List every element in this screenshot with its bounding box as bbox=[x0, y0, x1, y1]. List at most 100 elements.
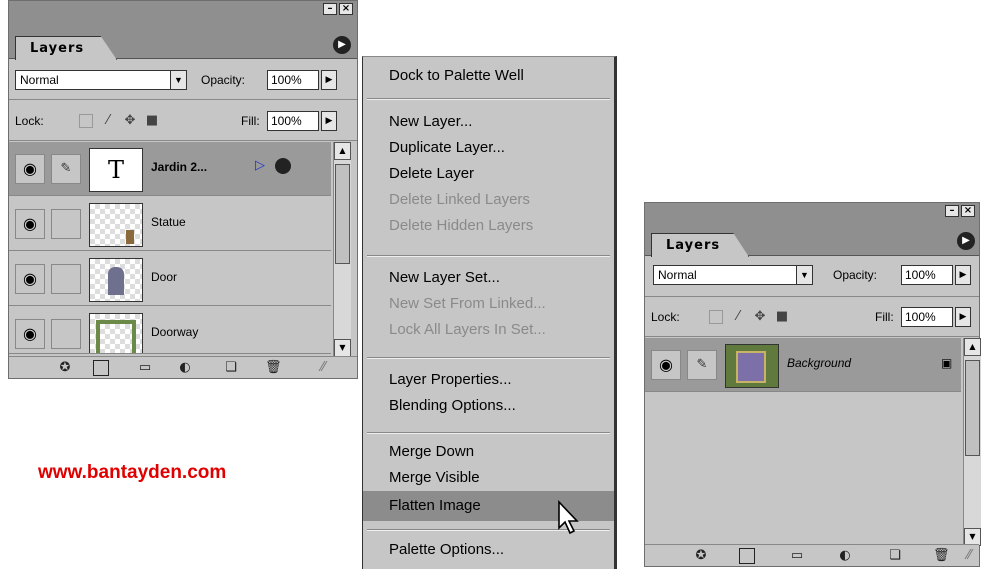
new-layer-icon[interactable]: ❏ bbox=[887, 548, 903, 564]
layer-name[interactable]: Background bbox=[787, 356, 851, 370]
blend-mode-select[interactable]: Normal ▼ bbox=[653, 265, 813, 285]
tab-bar: Layers ▶ bbox=[9, 18, 357, 60]
menu-item-new-layer[interactable]: New Layer... bbox=[389, 113, 472, 130]
palette-menu: Dock to Palette Well New Layer... Duplic… bbox=[362, 56, 617, 569]
layers-palette-left: – × Layers ▶ Normal ▼ Opacity: 100% ▶ Lo… bbox=[8, 0, 358, 379]
layer-row[interactable]: ◉ ✎ T Jardin 2... ▷ bbox=[9, 142, 331, 196]
tab-layers[interactable]: Layers bbox=[15, 36, 117, 60]
watermark-text: www.bantayden.com bbox=[38, 462, 227, 483]
menu-item-flatten-image[interactable]: Flatten Image bbox=[389, 497, 481, 514]
new-layer-icon[interactable]: ❏ bbox=[223, 360, 239, 376]
opacity-slider-button[interactable]: ▶ bbox=[955, 265, 971, 285]
lock-paint-icon[interactable]: ⁄ bbox=[731, 310, 745, 324]
menu-separator bbox=[367, 432, 610, 434]
palette-menu-icon[interactable]: ▶ bbox=[957, 232, 975, 250]
menu-item-layer-properties[interactable]: Layer Properties... bbox=[389, 371, 512, 388]
lock-all-icon[interactable]: ■ bbox=[775, 310, 789, 324]
fill-label: Fill: bbox=[241, 114, 260, 128]
lock-all-icon[interactable]: ■ bbox=[145, 114, 159, 128]
palette-titlebar[interactable]: – × bbox=[9, 1, 357, 18]
menu-item-merge-visible[interactable]: Merge Visible bbox=[389, 469, 480, 486]
lock-position-icon[interactable]: ✥ bbox=[123, 114, 137, 128]
fill-slider-button[interactable]: ▶ bbox=[955, 307, 971, 327]
layer-row[interactable]: ◉ Doorway bbox=[9, 307, 331, 354]
add-mask-icon[interactable] bbox=[739, 548, 755, 564]
chevron-down-icon[interactable]: ▼ bbox=[170, 71, 186, 89]
eye-icon[interactable]: ◉ bbox=[15, 154, 45, 184]
eye-icon[interactable]: ◉ bbox=[15, 264, 45, 294]
opacity-input[interactable]: 100% bbox=[267, 70, 319, 90]
layer-row[interactable]: ◉ Door bbox=[9, 252, 331, 306]
layer-scrollbar[interactable]: ▲ ▼ bbox=[333, 142, 351, 357]
resize-grip-icon[interactable]: ⁄⁄ bbox=[961, 548, 977, 564]
close-button[interactable]: × bbox=[339, 3, 353, 15]
menu-item-merge-down[interactable]: Merge Down bbox=[389, 443, 474, 460]
lock-paint-icon[interactable]: ⁄ bbox=[101, 114, 115, 128]
triangle-icon[interactable]: ▷ bbox=[255, 158, 265, 173]
fill-slider-button[interactable]: ▶ bbox=[321, 111, 337, 131]
scroll-thumb[interactable] bbox=[335, 164, 350, 264]
menu-item-new-set-from-linked: New Set From Linked... bbox=[389, 295, 546, 312]
menu-item-palette-options[interactable]: Palette Options... bbox=[389, 541, 504, 558]
adjustment-layer-icon[interactable]: ◐ bbox=[177, 360, 193, 376]
scroll-up-button[interactable]: ▲ bbox=[334, 142, 351, 160]
new-set-icon[interactable]: ▭ bbox=[789, 548, 805, 564]
layer-style-icon[interactable]: ✪ bbox=[57, 360, 73, 376]
layer-style-icon[interactable]: ✪ bbox=[693, 548, 709, 564]
mouse-cursor-icon bbox=[558, 500, 579, 535]
scroll-up-button[interactable]: ▲ bbox=[964, 338, 981, 356]
scroll-down-button[interactable]: ▼ bbox=[334, 339, 351, 357]
menu-item-dock[interactable]: Dock to Palette Well bbox=[389, 67, 524, 84]
new-set-icon[interactable]: ▭ bbox=[137, 360, 153, 376]
link-slot[interactable] bbox=[51, 319, 81, 349]
opacity-input[interactable]: 100% bbox=[901, 265, 953, 285]
layer-name[interactable]: Jardin 2... bbox=[151, 160, 207, 174]
chevron-down-icon[interactable]: ▼ bbox=[796, 266, 812, 284]
menu-item-new-layer-set[interactable]: New Layer Set... bbox=[389, 269, 500, 286]
link-slot[interactable] bbox=[51, 264, 81, 294]
resize-grip-icon[interactable]: ⁄⁄ bbox=[315, 360, 331, 376]
minimize-button[interactable]: – bbox=[945, 205, 959, 217]
menu-item-blending-options[interactable]: Blending Options... bbox=[389, 397, 516, 414]
trash-icon[interactable]: 🗑 bbox=[265, 360, 282, 376]
layer-name[interactable]: Statue bbox=[151, 215, 186, 229]
minimize-button[interactable]: – bbox=[323, 3, 337, 15]
scroll-thumb[interactable] bbox=[965, 360, 980, 456]
blend-row: Normal ▼ Opacity: 100% ▶ bbox=[9, 60, 357, 100]
opacity-label: Opacity: bbox=[201, 73, 246, 87]
opacity-slider-button[interactable]: ▶ bbox=[321, 70, 337, 90]
lock-transparency-icon[interactable] bbox=[709, 310, 723, 324]
layer-thumbnail bbox=[89, 258, 143, 302]
menu-item-duplicate-layer[interactable]: Duplicate Layer... bbox=[389, 139, 505, 156]
palette-titlebar[interactable]: – × bbox=[645, 203, 979, 220]
add-mask-icon[interactable] bbox=[93, 360, 109, 376]
trash-icon[interactable]: 🗑 bbox=[933, 548, 950, 564]
layer-name[interactable]: Door bbox=[151, 270, 177, 284]
blend-mode-value: Normal bbox=[658, 268, 697, 282]
fill-input[interactable]: 100% bbox=[901, 307, 953, 327]
lock-icon: ▣ bbox=[941, 356, 953, 370]
layer-scrollbar[interactable]: ▲ ▼ bbox=[963, 338, 981, 546]
eye-icon[interactable]: ◉ bbox=[651, 350, 681, 380]
lock-transparency-icon[interactable] bbox=[79, 114, 93, 128]
lock-position-icon[interactable]: ✥ bbox=[753, 310, 767, 324]
layers-palette-right: – × Layers ▶ Normal ▼ Opacity: 100% ▶ Lo… bbox=[644, 202, 981, 567]
adjustment-layer-icon[interactable]: ◐ bbox=[837, 548, 853, 564]
eye-icon[interactable]: ◉ bbox=[15, 319, 45, 349]
layer-name[interactable]: Doorway bbox=[151, 325, 198, 339]
link-slot[interactable] bbox=[51, 209, 81, 239]
eye-icon[interactable]: ◉ bbox=[15, 209, 45, 239]
close-button[interactable]: × bbox=[961, 205, 975, 217]
palette-menu-icon[interactable]: ▶ bbox=[333, 36, 351, 54]
tab-layers[interactable]: Layers bbox=[651, 233, 749, 257]
layer-row[interactable]: ◉ ✎ Background ▣ bbox=[645, 338, 961, 392]
lock-row: Lock: ⁄ ✥ ■ Fill: 100% ▶ bbox=[9, 101, 357, 141]
blend-row: Normal ▼ Opacity: 100% ▶ bbox=[645, 257, 979, 297]
menu-item-delete-layer[interactable]: Delete Layer bbox=[389, 165, 474, 182]
brush-icon[interactable]: ✎ bbox=[51, 154, 81, 184]
layer-row[interactable]: ◉ Statue bbox=[9, 197, 331, 251]
blend-mode-select[interactable]: Normal ▼ bbox=[15, 70, 187, 90]
brush-icon[interactable]: ✎ bbox=[687, 350, 717, 380]
fill-input[interactable]: 100% bbox=[267, 111, 319, 131]
layer-style-icon[interactable] bbox=[275, 158, 291, 174]
